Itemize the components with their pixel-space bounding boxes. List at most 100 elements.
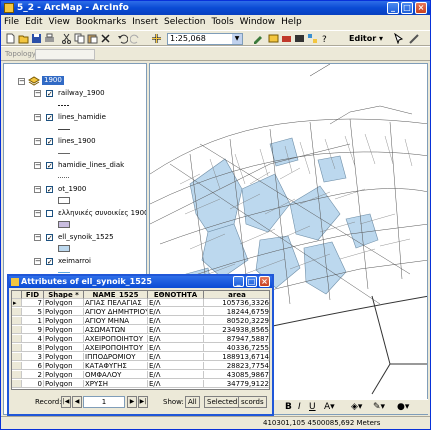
- table-row[interactable]: 8 Polygon ΑΧΕΙΡΟΠΟΙΗΤΟΥ Ε/Λ 40336,7255: [12, 344, 269, 352]
- layer-visibility-checkbox[interactable]: ✓: [46, 114, 53, 122]
- menu-window[interactable]: Window: [237, 15, 279, 30]
- collapse-icon[interactable]: −: [34, 258, 41, 265]
- collapse-icon[interactable]: −: [34, 210, 41, 217]
- row-selector[interactable]: [12, 326, 22, 334]
- table-row[interactable]: 6 Polygon ΚΑΤΑΦΥΓΗΣ Ε/Λ 28823,7754: [12, 362, 269, 370]
- row-selector[interactable]: [12, 353, 22, 361]
- minimize-button[interactable]: _: [233, 276, 244, 287]
- table-row[interactable]: 5 Polygon ΑΓΙΟΥ ΔΗΜΗΤΡΙΟΥ Ε/Λ 18244,6759: [12, 308, 269, 316]
- column-header-fid[interactable]: FID: [22, 291, 44, 299]
- bold-icon[interactable]: B: [285, 402, 292, 413]
- map-scale-input[interactable]: 1:25,068 ▼: [167, 33, 243, 45]
- topology-select[interactable]: [35, 49, 95, 60]
- menu-edit[interactable]: Edit: [22, 15, 45, 30]
- collapse-icon[interactable]: −: [34, 162, 41, 169]
- previous-record-button[interactable]: ◀: [72, 396, 82, 408]
- menu-tools[interactable]: Tools: [208, 15, 236, 30]
- font-color-icon[interactable]: A▾: [324, 402, 335, 413]
- save-icon[interactable]: [31, 33, 42, 44]
- sketch-tool-icon[interactable]: [409, 33, 420, 44]
- menu-bookmarks[interactable]: Bookmarks: [73, 15, 129, 30]
- italic-icon[interactable]: I: [298, 402, 301, 413]
- row-selector[interactable]: [12, 335, 22, 343]
- print-icon[interactable]: [44, 33, 55, 44]
- minimize-button[interactable]: _: [387, 2, 399, 14]
- model-builder-icon[interactable]: [307, 33, 318, 44]
- row-selector[interactable]: ▸: [12, 299, 22, 307]
- new-icon[interactable]: [5, 33, 16, 44]
- collapse-icon[interactable]: −: [34, 138, 41, 145]
- copy-icon[interactable]: [74, 33, 85, 44]
- menu-help[interactable]: Help: [278, 15, 305, 30]
- show-all-button[interactable]: All: [185, 396, 200, 408]
- menu-selection[interactable]: Selection: [161, 15, 208, 30]
- row-selector[interactable]: [12, 380, 22, 388]
- column-header-name[interactable]: NAME_1525: [84, 291, 148, 299]
- add-data-icon[interactable]: [151, 33, 162, 44]
- column-header-ethnotita[interactable]: ΕΘΝΟΤΗΤΑ: [148, 291, 204, 299]
- table-row[interactable]: 9 Polygon ΑΣΩΜΑΤΩΝ Ε/Λ 234938,8565: [12, 326, 269, 334]
- catalog-icon[interactable]: [268, 33, 279, 44]
- collapse-icon[interactable]: −: [34, 186, 41, 193]
- column-header-area[interactable]: area: [204, 291, 269, 299]
- paste-icon[interactable]: [87, 33, 98, 44]
- close-button[interactable]: ×: [259, 276, 270, 287]
- layer-visibility-checkbox[interactable]: ✓: [46, 138, 53, 146]
- underline-icon[interactable]: U: [309, 402, 316, 413]
- table-row[interactable]: 0 Polygon ΧΡΥΣΗ Ε/Λ 34779,9122: [12, 380, 269, 388]
- table-row[interactable]: ▸ 7 Polygon ΑΓΙΑΣ ΠΕΛΑΓΙΑΣ Ε/Λ 105736,3326: [12, 299, 269, 307]
- menu-file[interactable]: File: [1, 15, 22, 30]
- layer-visibility-checkbox[interactable]: [46, 210, 53, 217]
- row-selector[interactable]: [12, 371, 22, 379]
- collapse-icon[interactable]: −: [34, 114, 41, 121]
- layer-visibility-checkbox[interactable]: ✓: [46, 186, 53, 194]
- command-line-icon[interactable]: [294, 33, 305, 44]
- editor-menu-button[interactable]: Editor ▾: [349, 33, 383, 45]
- neighbourhood-polygon[interactable]: [289, 185, 341, 241]
- close-button[interactable]: ×: [415, 2, 427, 14]
- neighbourhood-polygon[interactable]: [269, 137, 299, 167]
- marker-color-icon[interactable]: ●▾: [397, 402, 409, 413]
- layer-visibility-checkbox[interactable]: ✓: [46, 234, 53, 242]
- row-selector[interactable]: [12, 308, 22, 316]
- layer-visibility-checkbox[interactable]: ✓: [46, 258, 53, 266]
- editor-toolbar-icon[interactable]: [253, 33, 264, 44]
- layer-visibility-checkbox[interactable]: ✓: [46, 90, 53, 98]
- edit-tool-icon[interactable]: [393, 33, 404, 44]
- undo-icon[interactable]: [117, 33, 128, 44]
- chevron-down-icon[interactable]: ▼: [232, 34, 242, 44]
- collapse-icon[interactable]: −: [34, 234, 41, 241]
- first-record-button[interactable]: |◀: [61, 396, 71, 408]
- record-number-input[interactable]: 1: [83, 396, 125, 408]
- column-header-shape[interactable]: Shape *: [44, 291, 84, 299]
- collapse-root-icon[interactable]: −: [18, 78, 25, 85]
- row-selector[interactable]: [12, 344, 22, 352]
- last-record-button[interactable]: ▶|: [138, 396, 148, 408]
- neighbourhood-polygon[interactable]: [303, 241, 347, 295]
- open-icon[interactable]: [18, 33, 29, 44]
- cut-icon[interactable]: [61, 33, 72, 44]
- row-selector[interactable]: [12, 317, 22, 325]
- layer-visibility-checkbox[interactable]: ✓: [46, 162, 53, 170]
- table-row[interactable]: 1 Polygon ΑΓΙΟΥ ΜΗΝΑ Ε/Λ 80520,3229: [12, 317, 269, 325]
- menu-view[interactable]: View: [46, 15, 73, 30]
- line-color-icon[interactable]: ✎▾: [373, 402, 385, 413]
- row-selector[interactable]: [12, 362, 22, 370]
- table-row[interactable]: 2 Polygon ΟΜΦΑΛΟΥ Ε/Λ 43085,9867: [12, 371, 269, 379]
- whats-this-icon[interactable]: ?: [320, 33, 331, 44]
- next-record-button[interactable]: ▶: [127, 396, 137, 408]
- fill-color-icon[interactable]: ◈▾: [351, 402, 362, 413]
- neighbourhood-polygon[interactable]: [189, 158, 243, 233]
- table-row[interactable]: 4 Polygon ΑΧΕΙΡΟΠΟΙΗΤΟΥ Ε/Λ 87947,5887: [12, 335, 269, 343]
- maximize-button[interactable]: □: [246, 276, 257, 287]
- menu-insert[interactable]: Insert: [129, 15, 161, 30]
- data-frame-name[interactable]: 1900: [42, 76, 64, 85]
- show-selected-button[interactable]: Selected: [204, 396, 241, 408]
- delete-icon[interactable]: [100, 33, 111, 44]
- collapse-icon[interactable]: −: [34, 90, 41, 97]
- redo-icon[interactable]: [130, 33, 141, 44]
- options-button[interactable]: scords: [238, 396, 267, 408]
- toolbox-icon[interactable]: [281, 33, 292, 44]
- maximize-button[interactable]: □: [401, 2, 413, 14]
- neighbourhood-polygon[interactable]: [241, 173, 291, 233]
